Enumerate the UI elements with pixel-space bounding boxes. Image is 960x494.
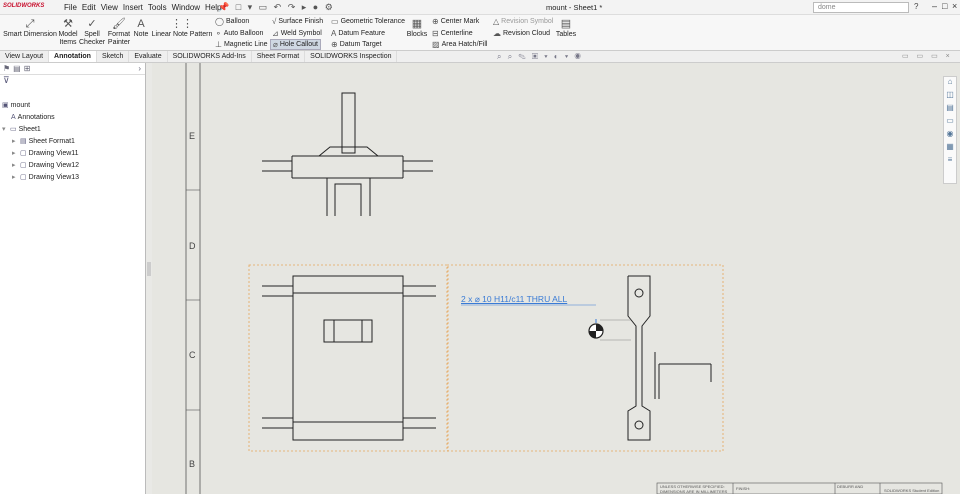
custom-properties-icon[interactable]: ≡ bbox=[944, 155, 956, 168]
home-icon[interactable]: ⌂ bbox=[944, 77, 956, 90]
view-boundary-side bbox=[446, 264, 724, 452]
title-block-finish: FINISH: bbox=[736, 486, 751, 491]
title-block-edition: SOLIDWORKS Student Edition bbox=[884, 488, 940, 493]
hole-callout-cursor-icon bbox=[588, 319, 604, 339]
title-block-dims: DIMENSIONS ARE IN MILLIMETERS bbox=[660, 489, 728, 494]
appearances-icon[interactable]: ▦ bbox=[944, 142, 956, 155]
resources-icon[interactable]: ◫ bbox=[944, 90, 956, 103]
drawing-view-top[interactable] bbox=[262, 92, 433, 216]
zone-label-e: E bbox=[189, 131, 196, 141]
drawing-view-side[interactable] bbox=[627, 275, 712, 441]
zone-label-b: B bbox=[189, 459, 196, 469]
file-explorer-icon[interactable]: ▭ bbox=[944, 116, 956, 129]
drawing-view-front[interactable] bbox=[262, 275, 436, 441]
view-palette-icon[interactable]: ◉ bbox=[944, 129, 956, 142]
drawing-sheet[interactable] bbox=[0, 0, 960, 494]
zone-label-c: C bbox=[189, 350, 196, 360]
hole-callout-note[interactable]: 2 x ⌀ 10 H11/c11 THRU ALL bbox=[461, 294, 567, 305]
design-library-icon[interactable]: ▤ bbox=[944, 103, 956, 116]
task-pane-tabs: ⌂ ◫ ▤ ▭ ◉ ▦ ≡ bbox=[943, 76, 957, 184]
title-block-deburr: DEBURR AND bbox=[837, 484, 864, 489]
zone-label-d: D bbox=[189, 241, 196, 251]
